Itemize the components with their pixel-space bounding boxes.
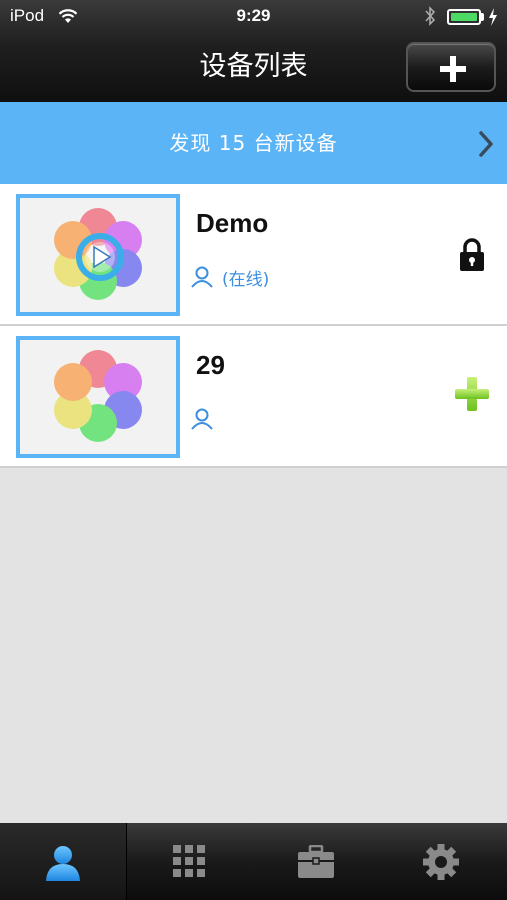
battery-tip bbox=[481, 13, 484, 21]
add-device-button[interactable] bbox=[406, 42, 496, 92]
user-icon bbox=[191, 408, 213, 430]
tab-devices[interactable] bbox=[0, 823, 127, 900]
grid-icon bbox=[173, 845, 205, 877]
battery-icon bbox=[447, 9, 481, 25]
tab-settings[interactable] bbox=[380, 823, 507, 900]
device-row[interactable]: Demo (在线) bbox=[0, 184, 507, 326]
chevron-right-icon bbox=[479, 131, 493, 157]
play-icon[interactable] bbox=[75, 232, 125, 282]
status-bar: iPod 9:29 bbox=[0, 0, 507, 34]
device-status: (在线) bbox=[190, 264, 269, 290]
tab-grid[interactable] bbox=[127, 823, 253, 900]
lock-icon[interactable] bbox=[458, 238, 486, 272]
bluetooth-icon bbox=[425, 6, 436, 26]
person-icon bbox=[46, 846, 80, 881]
plus-icon bbox=[440, 56, 466, 82]
new-devices-text: 发现 15 台新设备 bbox=[169, 131, 338, 155]
device-name: Demo bbox=[196, 208, 269, 238]
device-status bbox=[190, 406, 222, 432]
device-status-text: (在线) bbox=[222, 269, 270, 290]
gear-icon bbox=[423, 844, 459, 880]
tab-tools[interactable] bbox=[253, 823, 380, 900]
user-icon bbox=[191, 266, 213, 288]
new-devices-banner[interactable]: 发现 15 台新设备 bbox=[0, 102, 507, 184]
device-name: 29 bbox=[196, 350, 225, 380]
add-green-icon[interactable] bbox=[454, 376, 490, 412]
top-bar: iPod 9:29 设备列表 bbox=[0, 0, 507, 102]
device-thumbnail[interactable] bbox=[16, 336, 180, 458]
device-row[interactable]: 29 bbox=[0, 326, 507, 468]
toolbox-icon bbox=[298, 845, 334, 878]
device-list: Demo (在线) 29 bbox=[0, 184, 507, 468]
tab-bar bbox=[0, 823, 507, 900]
photos-flower-icon bbox=[54, 350, 142, 442]
device-thumbnail[interactable] bbox=[16, 194, 180, 316]
charging-icon bbox=[489, 8, 497, 26]
